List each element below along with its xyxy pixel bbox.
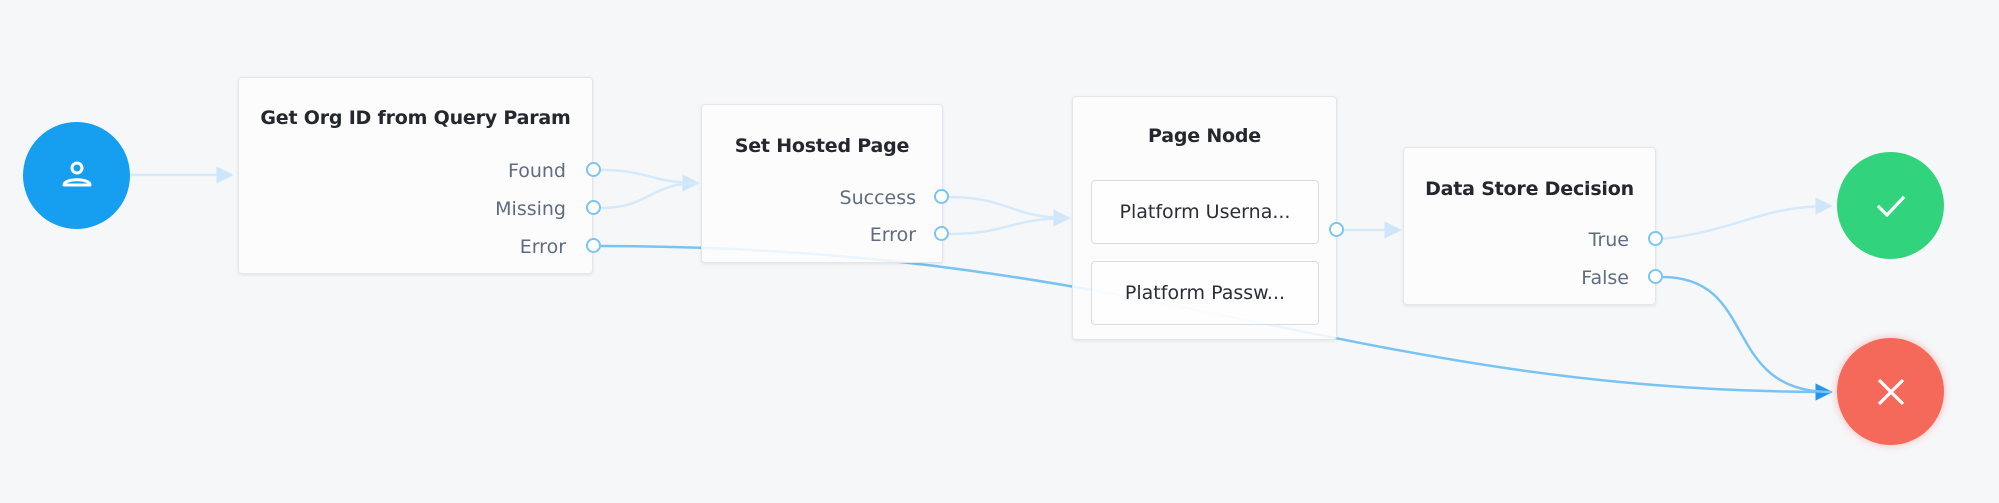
port-true[interactable] (1648, 231, 1663, 246)
port-false[interactable] (1648, 269, 1663, 284)
edge-true-to-success[interactable] (1661, 197, 1833, 241)
outcome-label-true: True (1588, 229, 1629, 251)
start-node[interactable] (23, 122, 130, 229)
outcome-label-found: Found (507, 160, 566, 182)
port-found[interactable] (586, 162, 601, 177)
node-data-store-decision[interactable]: Data Store Decision True False (1403, 147, 1656, 305)
success-node[interactable] (1837, 152, 1944, 259)
user-icon (62, 161, 91, 186)
outcome-label-missing: Missing (495, 198, 566, 220)
outcome-label-false: False (1581, 267, 1629, 289)
edge-false-to-failure[interactable] (1661, 275, 1832, 394)
edge-set-hosted-error-to-page-node[interactable] (947, 216, 1070, 236)
node-title: Set Hosted Page (734, 135, 910, 157)
node-title: Data Store Decision (1425, 178, 1634, 200)
port-missing[interactable] (586, 200, 601, 215)
node-page-node[interactable]: Page Node Platform Userna... Platform Pa… (1072, 96, 1337, 340)
check-icon (1876, 195, 1905, 217)
port-outcome[interactable] (1329, 222, 1344, 237)
node-get-org-id[interactable]: Get Org ID from Query Param Found Missin… (238, 77, 593, 274)
outcome-label-success: Success (839, 187, 916, 209)
edge-missing-to-set-hosted-page[interactable] (599, 181, 699, 210)
outcome-label-error: Error (869, 224, 916, 246)
tree-canvas[interactable]: Get Org ID from Query Param Found Missin… (0, 0, 1999, 503)
port-error[interactable] (934, 226, 949, 241)
child-node-platform-username[interactable]: Platform Userna... (1091, 180, 1319, 244)
port-error[interactable] (586, 238, 601, 253)
node-set-hosted-page[interactable]: Set Hosted Page Success Error (701, 104, 943, 263)
outcome-label-error: Error (519, 236, 566, 258)
x-icon (1877, 378, 1904, 405)
node-title: Page Node (1148, 125, 1261, 147)
edge-found-to-set-hosted-page[interactable] (599, 168, 700, 192)
failure-node[interactable] (1837, 338, 1944, 445)
port-success[interactable] (934, 189, 949, 204)
node-title: Get Org ID from Query Param (260, 107, 571, 129)
child-node-platform-password[interactable]: Platform Passw... (1091, 261, 1319, 325)
edge-success-to-page-node[interactable] (947, 195, 1071, 227)
